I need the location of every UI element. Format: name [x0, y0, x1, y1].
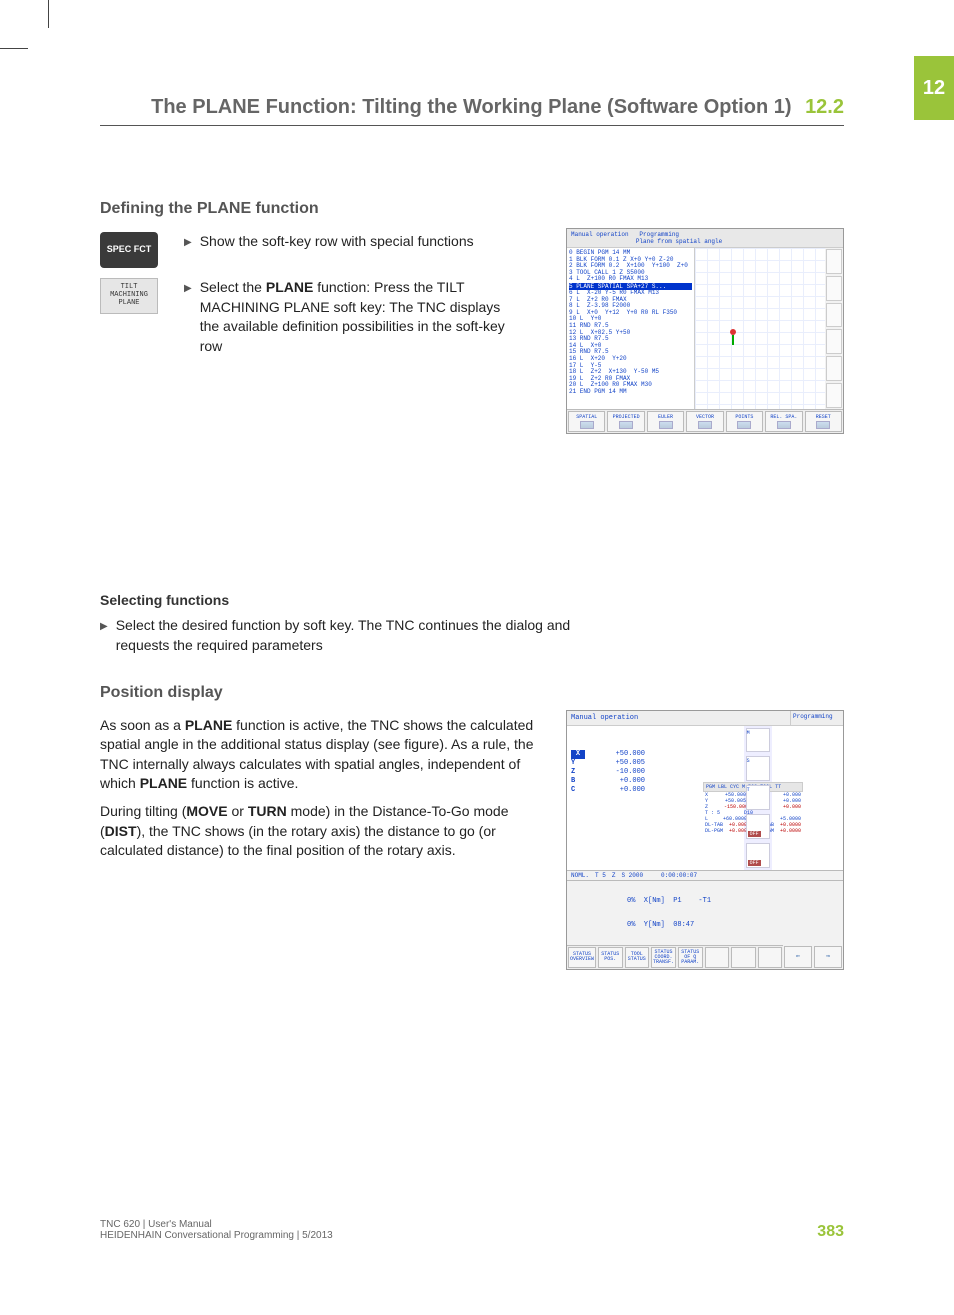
selecting-functions-bullet: ▶ Select the desired function by soft ke…	[100, 616, 610, 655]
step2-text: Select the PLANE function: Press the TIL…	[200, 278, 516, 356]
bullet-icon: ▶	[100, 620, 108, 634]
bullet-icon: ▶	[184, 236, 192, 250]
screenshot-programming: Manual operation Programming Plane from …	[566, 228, 844, 434]
bullet-icon: ▶	[184, 282, 192, 296]
scr1-right-nav	[825, 248, 843, 409]
heading-selecting-functions: Selecting functions	[100, 592, 844, 608]
scr2-status-line: NOML.T 5ZS 20000:00:00:07	[567, 870, 843, 880]
scr2-softkey-row: STATUS OVERVIEWSTATUS POS.TOOL STATUSSTA…	[567, 945, 783, 969]
page-header: The PLANE Function: Tilting the Working …	[100, 96, 844, 126]
heading-position-display: Position display	[100, 684, 844, 702]
tilt-machining-plane-key: TILT MACHINING PLANE	[100, 278, 158, 314]
page-footer: TNC 620 | User's Manual HEIDENHAIN Conve…	[100, 1219, 844, 1241]
scr2-mode: Programming	[791, 711, 843, 726]
scr1-softkey-row: SPATIALPROJECTEDEULERVECTORPOINTSREL. SP…	[567, 409, 843, 433]
scr1-code-listing: 0 BEGIN PGM 14 MM1 BLK FORM 0.1 Z X+0 Y+…	[567, 248, 694, 409]
position-display-p1: As soon as a PLANE function is active, t…	[100, 716, 540, 794]
footer-line2: HEIDENHAIN Conversational Programming | …	[100, 1230, 333, 1241]
position-display-p2: During tilting (MOVE or TURN mode) in th…	[100, 802, 540, 861]
scr2-title: Manual operation	[567, 711, 791, 726]
scr1-titlebar: Manual operation Programming Plane from …	[567, 229, 843, 248]
arrow-right-icon: ⇒	[814, 946, 842, 968]
scr1-graphic	[694, 248, 825, 409]
scr2-extra-buttons: ⇐	[783, 945, 813, 969]
scr2-load-line: 0% X[Nm] P1 -T1 0% Y[Nm] 08:47	[567, 880, 843, 945]
screenshot-manual-operation: Manual operation Programming X+50.000Y+5…	[566, 710, 844, 970]
header-section: 12.2	[805, 96, 844, 118]
header-title: The PLANE Function: Tilting the Working …	[151, 96, 791, 118]
page-number: 383	[817, 1223, 844, 1241]
step1-text: Show the soft-key row with special funct…	[200, 232, 516, 252]
heading-defining-plane: Defining the PLANE function	[100, 200, 844, 218]
footer-line1: TNC 620 | User's Manual	[100, 1219, 333, 1230]
scr2-right-bar: M S T OFF OFF	[744, 726, 772, 870]
spec-fct-key: SPEC FCT	[100, 232, 158, 268]
arrow-left-icon: ⇐	[784, 946, 812, 968]
scr2-extra-buttons2: ⇒	[813, 945, 843, 969]
origin-marker-icon	[727, 337, 739, 349]
chapter-tab: 12	[914, 56, 954, 120]
